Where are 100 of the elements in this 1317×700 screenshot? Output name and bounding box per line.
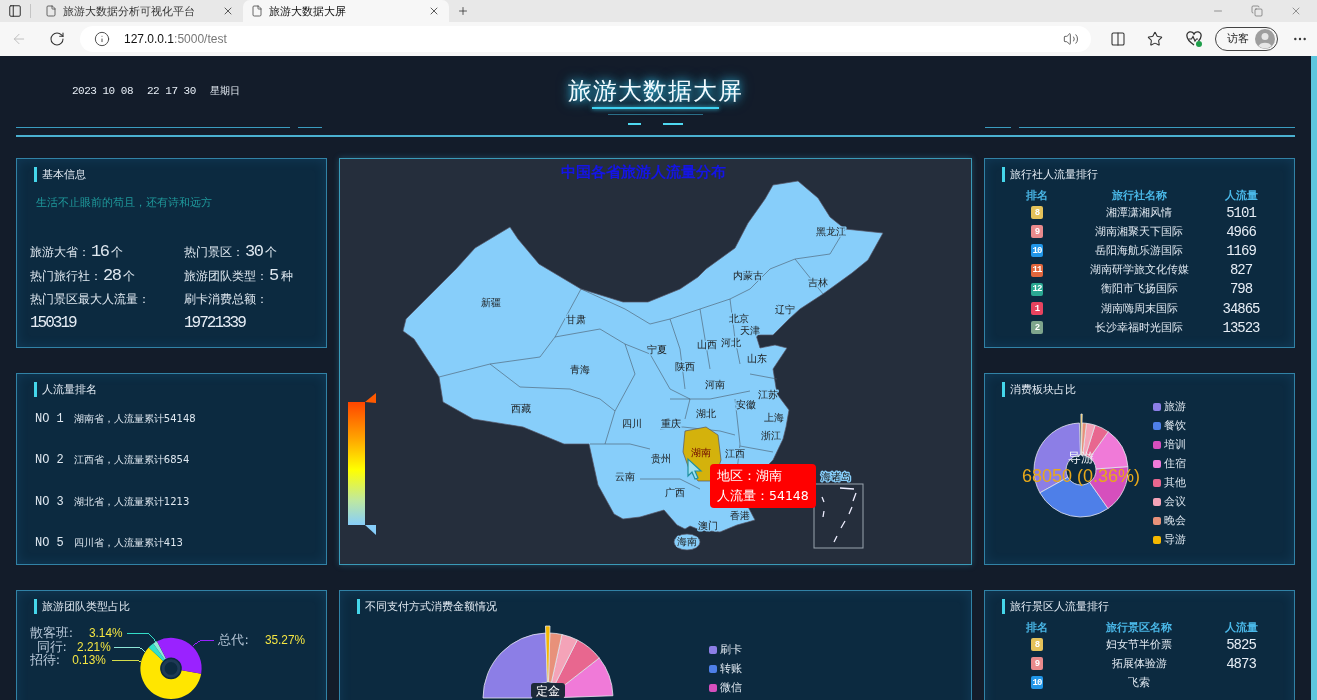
pie-slice[interactable] xyxy=(551,634,578,685)
donut-slice[interactable] xyxy=(157,637,202,674)
legend-marker-icon[interactable] xyxy=(709,665,717,673)
legend-label[interactable]: 会议 xyxy=(1164,495,1186,509)
stat-label: 刷卡消费总额： xyxy=(184,290,269,308)
table-cell-text: 飞索 xyxy=(1127,675,1151,690)
table-cell-text: 4873 xyxy=(1225,655,1257,672)
legend-marker-icon[interactable] xyxy=(709,684,717,692)
scrollbar[interactable] xyxy=(1311,56,1317,700)
donut-slice[interactable] xyxy=(1080,413,1083,456)
legend-label[interactable]: 旅游 xyxy=(1164,400,1186,414)
browser-tab[interactable]: 旅游大数据分析可视化平台 xyxy=(37,0,243,22)
legend-marker-icon[interactable] xyxy=(1153,441,1161,449)
legend-label[interactable]: 导游 xyxy=(1164,533,1186,547)
stat-value: 150319 xyxy=(30,314,78,332)
table-cell-text: 湖南研学旅文化传媒 xyxy=(1088,263,1190,278)
table-cell-text: 1169 xyxy=(1225,242,1257,259)
address-bar[interactable]: 127.0.0.1:5000/test xyxy=(80,26,1091,52)
column-header: 人流量 xyxy=(1223,189,1259,203)
close-icon[interactable] xyxy=(1290,5,1302,17)
date-text: 2023 10 08 xyxy=(72,85,133,97)
panel-title: 基本信息 xyxy=(34,166,86,182)
province-label: 天津 xyxy=(740,324,760,336)
province-label: 青海 xyxy=(570,363,590,375)
page-icon xyxy=(251,5,263,17)
column-header: 排名 xyxy=(1025,189,1049,203)
donut-slice[interactable] xyxy=(140,647,202,700)
rank-badge: 9 xyxy=(1031,657,1043,671)
tooltip-text: 人流量：54148 xyxy=(717,487,809,505)
legend-marker-icon[interactable] xyxy=(709,646,717,654)
province-label: 山东 xyxy=(747,352,767,364)
province-label: 新疆 xyxy=(481,296,501,308)
pie-center-label: 定金 xyxy=(531,683,565,698)
close-icon[interactable] xyxy=(428,5,440,17)
legend-label[interactable]: 培训 xyxy=(1164,438,1186,452)
table-cell-text: 13523 xyxy=(1221,319,1261,336)
emphasis-label: 导游 xyxy=(1068,449,1094,465)
legend-label[interactable]: 晚会 xyxy=(1164,514,1186,528)
heart-pulse-icon[interactable] xyxy=(1186,31,1202,47)
stat-text: 旅游大省：16 个 xyxy=(30,241,125,261)
mouse-pointer-icon xyxy=(687,457,703,480)
province-label: 上海 xyxy=(764,411,784,423)
range-handle[interactable] xyxy=(365,525,376,535)
panel-title: 旅行社人流量排行 xyxy=(1002,166,1098,182)
rank-badge: 12 xyxy=(1031,282,1043,296)
legend-marker-icon[interactable] xyxy=(1153,403,1161,411)
favorites-icon[interactable] xyxy=(1147,31,1163,47)
legend-marker-icon[interactable] xyxy=(1153,460,1161,468)
rank-badge: 1 xyxy=(1031,302,1043,316)
new-tab-icon[interactable] xyxy=(457,5,469,17)
legend-label[interactable]: 刷卡 xyxy=(720,643,742,657)
read-aloud-icon[interactable] xyxy=(1063,31,1079,47)
rank-label: NO 2 xyxy=(35,453,64,468)
table-cell-text: 湖南湘聚天下国际 xyxy=(1094,224,1184,239)
tooltip-text: 地区：湖南 xyxy=(717,467,783,485)
range-handle[interactable] xyxy=(365,393,376,403)
slice-value: 3.14% xyxy=(89,625,123,640)
rank-badge: 9 xyxy=(1031,225,1043,239)
info-icon[interactable] xyxy=(94,31,110,47)
table-cell-text: 衡阳市飞扬国际 xyxy=(1099,282,1179,297)
rank-badge: 8 xyxy=(1031,206,1043,220)
column-header: 旅行社名称 xyxy=(1110,189,1168,203)
table-cell-text: 5101 xyxy=(1225,204,1258,221)
close-icon[interactable] xyxy=(222,5,234,17)
dashboard-title: 旅游大数据大屏 xyxy=(568,76,743,107)
split-screen-icon[interactable] xyxy=(1110,31,1126,47)
donut-slice[interactable] xyxy=(148,643,165,661)
legend-marker-icon[interactable] xyxy=(1153,517,1161,525)
province-label: 重庆 xyxy=(661,417,681,429)
table-cell-text: 4966 xyxy=(1225,223,1257,240)
stat-value: 19721339 xyxy=(184,314,247,332)
legend-label[interactable]: 住宿 xyxy=(1164,457,1186,471)
province-label: 澳门 xyxy=(698,519,718,531)
table-cell-text: 湘潭潇湘风情 xyxy=(1105,205,1173,220)
browser-tab[interactable]: 旅游大数据大屏 xyxy=(243,0,449,22)
rank-label: NO 5 xyxy=(35,536,64,550)
panel-title: 旅游团队类型占比 xyxy=(34,598,130,614)
table-cell-text: 妇女节半价票 xyxy=(1105,637,1173,652)
legend-marker-icon[interactable] xyxy=(1153,422,1161,430)
pie-slice[interactable] xyxy=(482,632,548,699)
stat-label: 热门景区最大人流量： xyxy=(30,290,151,308)
legend-marker-icon[interactable] xyxy=(1153,479,1161,487)
legend-marker-icon[interactable] xyxy=(1153,498,1161,506)
stat-text: 旅游团队类型：5 种 xyxy=(184,265,294,285)
avatar-icon xyxy=(1255,29,1275,49)
reload-icon[interactable] xyxy=(49,31,65,47)
province-label: 云南 xyxy=(615,470,635,482)
legend-label[interactable]: 其他 xyxy=(1164,476,1186,490)
tab-actions-icon[interactable] xyxy=(8,4,22,18)
panel-title: 人流量排名 xyxy=(34,381,97,397)
table-cell-text: 长沙幸福时光国际 xyxy=(1094,320,1184,335)
legend-label[interactable]: 转账 xyxy=(720,662,742,676)
table-cell-text: 拓展体验游 xyxy=(1110,656,1168,671)
legend-label[interactable]: 餐饮 xyxy=(1164,419,1186,433)
legend-label[interactable]: 微信 xyxy=(720,681,742,695)
legend-marker-icon[interactable] xyxy=(1153,536,1161,544)
ranking-text: 湖北省，人流量累计1213 xyxy=(73,494,190,509)
province-label: 西藏 xyxy=(511,402,531,414)
table-cell-text: 5825 xyxy=(1225,636,1257,653)
weekday-text: 星期日 xyxy=(209,84,240,98)
